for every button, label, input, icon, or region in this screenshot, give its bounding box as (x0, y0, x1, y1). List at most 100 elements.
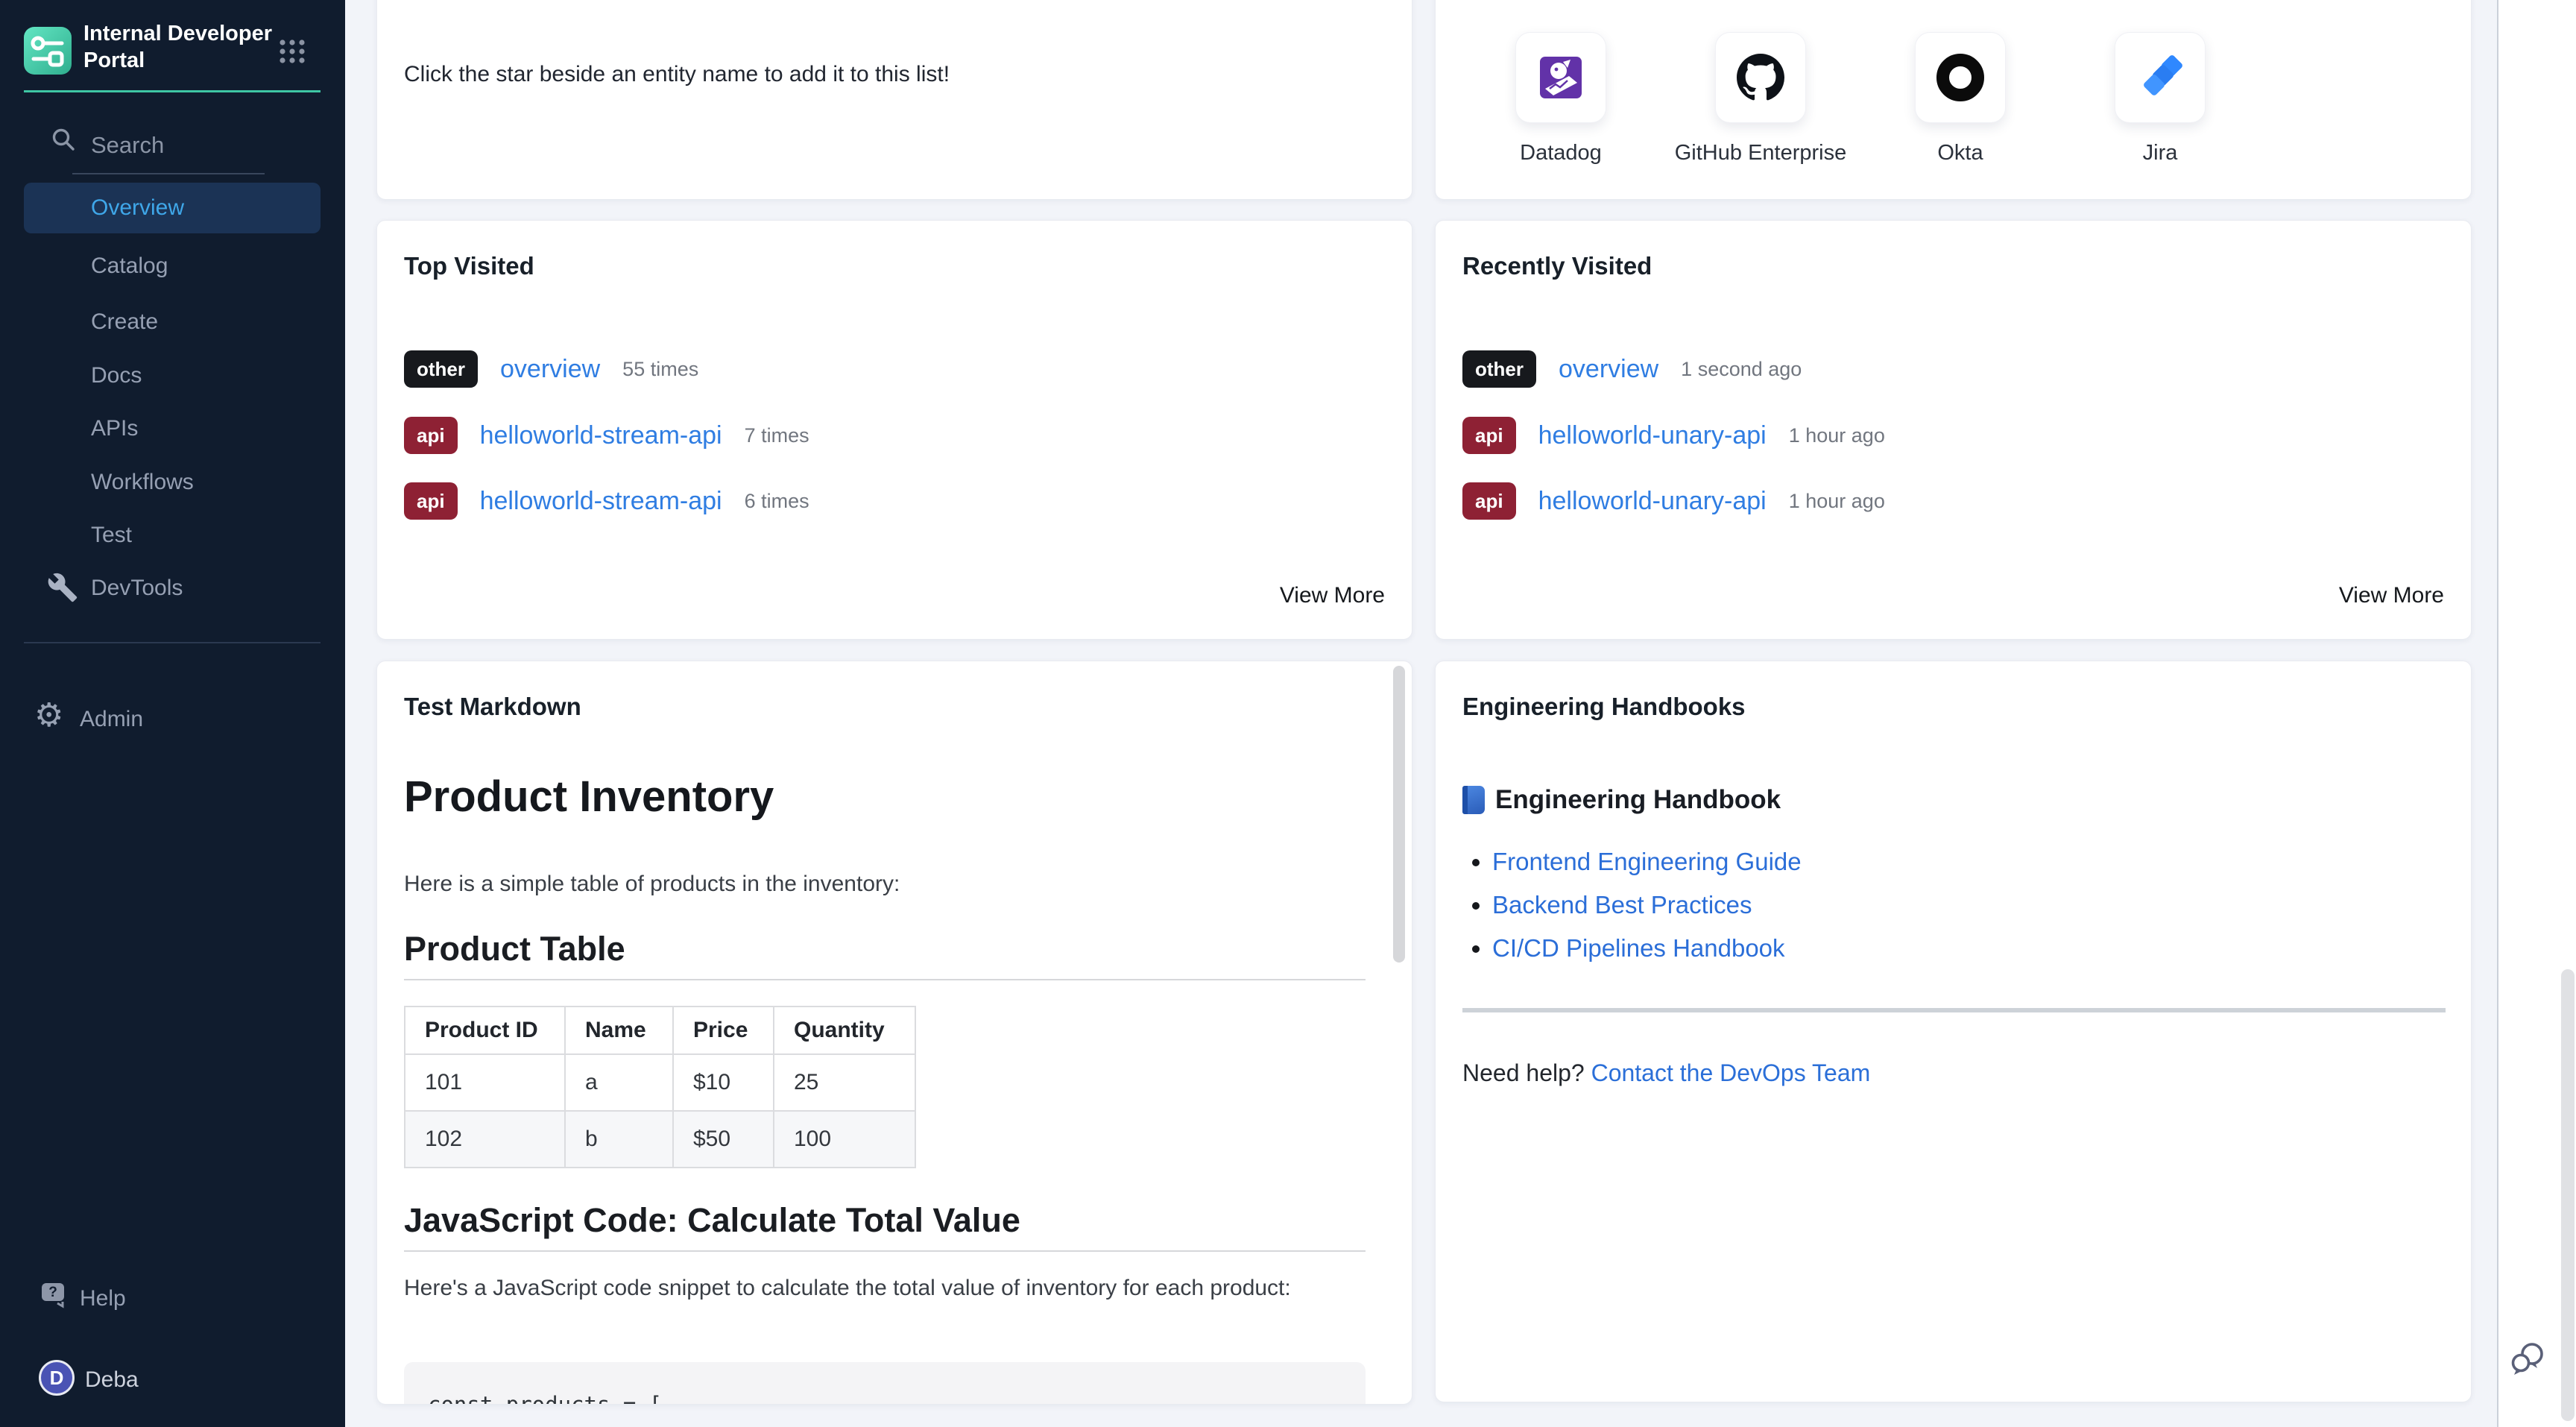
list-item: Frontend Engineering Guide (1492, 848, 1802, 891)
kind-chip: api (1462, 482, 1516, 520)
right-assistant-panel (2497, 0, 2576, 1427)
logo-glyph-icon (24, 27, 72, 75)
sidebar-item-apis[interactable]: APIs (91, 416, 138, 441)
app-tile-list: Datadog GitHub Enterprise Okta (1461, 32, 2260, 166)
app-tile-github[interactable]: GitHub Enterprise (1661, 32, 1860, 166)
sidebar-search[interactable]: Search (51, 127, 274, 161)
column-header: Name (565, 1007, 673, 1054)
visited-row: api helloworld-stream-api 6 times (404, 482, 1380, 520)
app-title-line2: Portal (83, 47, 272, 74)
sidebar-item-admin[interactable]: Admin (80, 707, 143, 732)
okta-icon (1936, 54, 1984, 101)
column-header: Product ID (405, 1007, 565, 1054)
visit-meta: 1 hour ago (1789, 424, 1885, 447)
table-cell: 25 (774, 1054, 915, 1111)
app-tile-label: Datadog (1520, 141, 1602, 166)
table-cell: $50 (673, 1111, 774, 1168)
wrench-icon (47, 572, 78, 609)
github-icon (1737, 54, 1784, 101)
entity-link[interactable]: helloworld-unary-api (1538, 487, 1767, 516)
app-tile-label: Okta (1937, 141, 1983, 166)
handbook-section-title: Engineering Handbook (1462, 785, 1781, 815)
handbook-divider (1462, 1008, 2446, 1012)
visit-meta: 1 second ago (1681, 358, 1802, 381)
apps-grid-icon[interactable] (279, 39, 306, 68)
app-tile-label: Jira (2143, 141, 2178, 166)
view-more-button[interactable]: View More (2339, 583, 2444, 608)
handbook-link-cicd[interactable]: CI/CD Pipelines Handbook (1492, 934, 1785, 962)
engineering-handbooks-card: Engineering Handbooks Engineering Handbo… (1435, 661, 2472, 1402)
contact-devops-link[interactable]: Contact the DevOps Team (1591, 1059, 1871, 1086)
table-cell: 102 (405, 1111, 565, 1168)
search-label: Search (91, 132, 164, 159)
kind-chip: api (404, 417, 458, 454)
need-help-text: Need help? Contact the DevOps Team (1462, 1059, 1870, 1087)
sidebar-item-overview[interactable]: Overview (24, 183, 321, 233)
card-title: Top Visited (404, 252, 534, 280)
view-more-button[interactable]: View More (1280, 583, 1385, 608)
sidebar: Internal Developer Portal Search Overvie… (0, 0, 345, 1427)
visit-meta: 7 times (745, 424, 809, 447)
visit-meta: 1 hour ago (1789, 490, 1885, 513)
app-tile-jira[interactable]: Jira (2060, 32, 2260, 166)
sidebar-item-test[interactable]: Test (91, 523, 132, 548)
code-block: const products = [ (404, 1362, 1366, 1405)
markdown-h1: Product Inventory (404, 772, 774, 822)
markdown-h2-js-code: JavaScript Code: Calculate Total Value (404, 1201, 1366, 1252)
sidebar-item-catalog[interactable]: Catalog (91, 253, 168, 279)
sidebar-item-docs[interactable]: Docs (91, 363, 142, 388)
book-icon (1462, 786, 1485, 814)
sidebar-item-create[interactable]: Create (91, 309, 158, 335)
app-tile-datadog[interactable]: Datadog (1461, 32, 1661, 166)
user-name[interactable]: Deba (85, 1367, 139, 1393)
visited-row: other overview 1 second ago (1462, 350, 2439, 388)
user-avatar[interactable]: D (39, 1360, 75, 1396)
column-header: Quantity (774, 1007, 915, 1054)
app-shortcuts-card: Datadog GitHub Enterprise Okta (1435, 0, 2472, 200)
table-cell: a (565, 1054, 673, 1111)
kind-chip: other (404, 350, 478, 388)
app-title-line1: Internal Developer (83, 20, 272, 47)
handbook-link-backend[interactable]: Backend Best Practices (1492, 891, 1752, 919)
table-row: 101 a $10 25 (405, 1054, 915, 1111)
table-cell: b (565, 1111, 673, 1168)
test-markdown-card: Test Markdown Product Inventory Here is … (376, 661, 1412, 1405)
visited-row: api helloworld-unary-api 1 hour ago (1462, 417, 2439, 454)
visit-meta: 6 times (745, 490, 809, 513)
kind-chip: api (404, 482, 458, 520)
app-tile-okta[interactable]: Okta (1860, 32, 2060, 166)
sidebar-item-help[interactable]: Help (80, 1286, 126, 1311)
app-title: Internal Developer Portal (83, 20, 272, 74)
app-tile-label: GitHub Enterprise (1675, 141, 1847, 166)
visited-row: api helloworld-stream-api 7 times (404, 417, 1380, 454)
app-logo[interactable] (24, 27, 72, 75)
sidebar-item-devtools[interactable]: DevTools (91, 576, 183, 601)
entity-link[interactable]: helloworld-stream-api (480, 421, 722, 450)
card-scrollbar-thumb[interactable] (1393, 666, 1405, 963)
top-visited-card: Top Visited other overview 55 times api … (376, 220, 1412, 640)
sidebar-item-workflows[interactable]: Workflows (91, 470, 194, 495)
product-table: Product ID Name Price Quantity 101 a $10… (404, 1006, 916, 1168)
app-root: Internal Developer Portal Search Overvie… (0, 0, 2576, 1427)
card-title: Engineering Handbooks (1462, 693, 1746, 721)
recently-visited-card: Recently Visited other overview 1 second… (1435, 220, 2472, 640)
entity-link[interactable]: helloworld-unary-api (1538, 421, 1767, 450)
page-scrollbar-thumb[interactable] (2561, 969, 2575, 1421)
markdown-paragraph: Here's a JavaScript code snippet to calc… (404, 1270, 1366, 1307)
visited-row: api helloworld-unary-api 1 hour ago (1462, 482, 2439, 520)
jira-icon (2135, 53, 2185, 102)
handbook-link-frontend[interactable]: Frontend Engineering Guide (1492, 848, 1802, 875)
markdown-h2-product-table: Product Table (404, 930, 1366, 980)
sidebar-item-label: Overview (91, 195, 184, 221)
starred-empty-message: Click the star beside an entity name to … (404, 62, 950, 87)
chat-bubbles-icon[interactable] (2509, 1339, 2548, 1382)
entity-link[interactable]: helloworld-stream-api (480, 487, 722, 516)
entity-link[interactable]: overview (1559, 355, 1658, 384)
starred-entities-card: Click the star beside an entity name to … (376, 0, 1412, 200)
svg-text:?: ? (48, 1285, 57, 1300)
kind-chip: api (1462, 417, 1516, 454)
kind-chip: other (1462, 350, 1536, 388)
column-header: Price (673, 1007, 774, 1054)
entity-link[interactable]: overview (500, 355, 600, 384)
table-row: 102 b $50 100 (405, 1111, 915, 1168)
